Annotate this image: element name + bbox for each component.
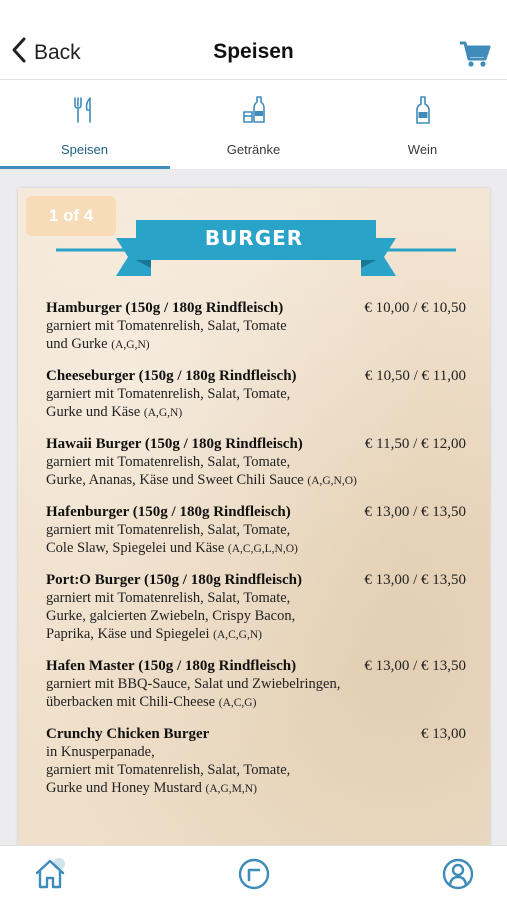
- menu-item: Hamburger (150g / 180g Rindfleisch) € 10…: [46, 300, 466, 354]
- description-line: garniert mit Tomatenrelish, Salat, Tomat…: [46, 454, 291, 470]
- description-line: Cole Slaw, Spiegelei und Käse: [46, 540, 225, 556]
- item-description: in Knusperpanade, garniert mit Tomatenre…: [46, 743, 466, 798]
- allergens: (A,G,N,O): [307, 475, 357, 487]
- item-description: garniert mit Tomatenrelish, Salat, Tomat…: [46, 521, 466, 558]
- description-line: Paprika, Käse und Spiegelei: [46, 626, 210, 642]
- item-description: garniert mit Tomatenrelish, Salat, Tomat…: [46, 589, 466, 644]
- tab-label: Wein: [407, 142, 438, 157]
- item-price: € 10,50 / € 11,00: [364, 368, 466, 384]
- menu-viewer[interactable]: BURGER Hamburger (150g / 180g Rindfleisc…: [0, 170, 507, 845]
- description-line: Gurke und Käse: [46, 404, 141, 420]
- allergens: (A,G,N): [111, 339, 150, 351]
- description-line: überbacken mit Chili-Cheese: [46, 694, 216, 710]
- item-price: € 11,50 / € 12,00: [364, 436, 466, 452]
- item-name: Crunchy Chicken Burger: [46, 726, 210, 742]
- allergens: (A,G,N): [143, 407, 183, 419]
- item-description: garniert mit Tomatenrelish, Salat, Tomat…: [46, 453, 466, 490]
- description-line: garniert mit Tomatenrelish, Salat, Tomat…: [46, 386, 291, 402]
- description-line: in Knusperpanade,: [46, 744, 155, 760]
- item-name: Hafenburger (150g / 180g Rindfleisch): [46, 504, 291, 520]
- menu-item: Hafen Master (150g / 180g Rindfleisch) €…: [46, 658, 466, 712]
- bottom-navigation: [0, 845, 507, 900]
- menu-item: Port:O Burger (150g / 180g Rindfleisch) …: [46, 572, 466, 644]
- menu-item: Crunchy Chicken Burger € 13,00 in Knuspe…: [46, 726, 466, 798]
- allergens: (A,C,G,L,N,O): [227, 543, 298, 555]
- tab-wein[interactable]: Wein: [338, 80, 507, 170]
- menu-items: Hamburger (150g / 180g Rindfleisch) € 10…: [46, 300, 466, 812]
- item-price: € 13,00: [421, 726, 466, 742]
- description-line: garniert mit Tomatenrelish, Salat, Tomat…: [46, 522, 291, 538]
- home-icon: [32, 858, 68, 896]
- description-line: Gurke, Ananas, Käse und Sweet Chili Sauc…: [46, 472, 304, 488]
- cutlery-icon: [71, 95, 99, 130]
- description-line: und Gurke: [46, 336, 108, 352]
- description-line: garniert mit Tomatenrelish, Salat, Tomat…: [46, 762, 291, 778]
- description-line: garniert mit Tomatenrelish, Salat, Tomat…: [46, 590, 291, 606]
- item-price: € 13,00 / € 13,50: [364, 504, 466, 520]
- profile-icon: [440, 858, 476, 896]
- item-description: garniert mit Tomatenrelish, Salat, Tomat…: [46, 317, 466, 354]
- allergens: (A,C,G): [218, 697, 257, 709]
- item-description: garniert mit BBQ-Sauce, Salat und Zwiebe…: [46, 675, 466, 712]
- menu-item: Hafenburger (150g / 180g Rindfleisch) € …: [46, 504, 466, 558]
- cart-button[interactable]: [458, 40, 492, 68]
- chevron-left-icon: [10, 36, 28, 69]
- nav-home-button[interactable]: [32, 856, 68, 892]
- item-price: € 10,00 / € 10,50: [364, 300, 466, 316]
- top-bar: Back Speisen: [0, 0, 507, 80]
- item-price: € 13,00 / € 13,50: [364, 658, 466, 674]
- item-name: Hafen Master (150g / 180g Rindfleisch): [46, 658, 297, 674]
- drinks-icon: [240, 95, 268, 130]
- cart-icon: [458, 41, 492, 72]
- description-line: Gurke und Honey Mustard: [46, 780, 202, 796]
- allergens: (A,C,G,N): [213, 629, 262, 641]
- nav-history-button[interactable]: [236, 856, 272, 892]
- description-line: garniert mit BBQ-Sauce, Salat und Zwiebe…: [46, 676, 341, 692]
- tab-speisen[interactable]: Speisen: [0, 80, 169, 170]
- back-label: Back: [34, 40, 81, 64]
- tab-label: Speisen: [61, 142, 108, 157]
- category-tabs: Speisen Getränke Wein: [0, 80, 507, 170]
- back-button[interactable]: Back: [10, 36, 81, 69]
- page-indicator: 1 of 4: [26, 196, 116, 236]
- item-description: garniert mit Tomatenrelish, Salat, Tomat…: [46, 385, 466, 422]
- item-name: Cheeseburger (150g / 180g Rindfleisch): [46, 368, 297, 384]
- menu-item: Cheeseburger (150g / 180g Rindfleisch) €…: [46, 368, 466, 422]
- wine-bottle-icon: [409, 95, 437, 130]
- clock-icon: [236, 858, 272, 896]
- item-name: Port:O Burger (150g / 180g Rindfleisch): [46, 572, 302, 588]
- menu-item: Hawaii Burger (150g / 180g Rindfleisch) …: [46, 436, 466, 490]
- menu-page[interactable]: BURGER Hamburger (150g / 180g Rindfleisc…: [18, 188, 490, 845]
- description-line: Gurke, galcierten Zwiebeln, Crispy Bacon…: [46, 608, 296, 624]
- item-price: € 13,00 / € 13,50: [364, 572, 466, 588]
- item-name: Hamburger (150g / 180g Rindfleisch): [46, 300, 284, 316]
- description-line: garniert mit Tomatenrelish, Salat, Tomat…: [46, 318, 287, 334]
- tab-label: Getränke: [226, 142, 281, 157]
- allergens: (A,G,M,N): [205, 783, 257, 795]
- tab-getraenke[interactable]: Getränke: [169, 80, 338, 170]
- item-name: Hawaii Burger (150g / 180g Rindfleisch): [46, 436, 303, 452]
- nav-profile-button[interactable]: [440, 856, 476, 892]
